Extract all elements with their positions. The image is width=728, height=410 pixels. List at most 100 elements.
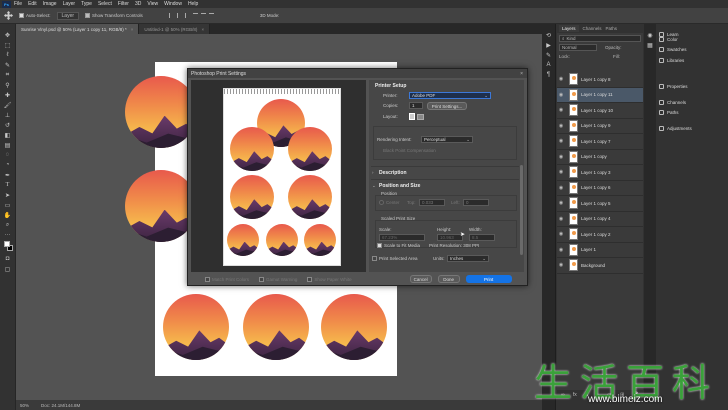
layer-filter[interactable]: ⌕ Kind [559,35,641,42]
print-button[interactable]: Print [465,275,512,283]
scale-input[interactable]: 67.23% [379,234,425,241]
show-transform-checkbox[interactable]: Show Transform Controls [85,13,143,18]
paper-white-checkbox[interactable] [307,276,313,282]
chevron-down-icon[interactable]: ⌄ [372,183,376,189]
eye-icon[interactable]: ◉ [557,138,565,144]
eye-icon[interactable]: ◉ [557,262,565,268]
gradient-tool-icon[interactable]: ▤ [4,141,12,149]
actions-icon[interactable]: ▶ [545,41,553,49]
swatches-icon[interactable]: ▦ [646,41,654,49]
tab-channels[interactable]: Channels [583,26,602,31]
menu-image[interactable]: Image [43,1,57,7]
tab-untitled-1[interactable]: Untitled-1 @ 50% (RGB/8) × [139,24,211,34]
move-icon[interactable] [4,11,13,20]
blur-tool-icon[interactable]: ◌ [4,151,12,159]
print-settings-button[interactable]: Print Settings... [427,102,467,110]
layer-row[interactable]: ◉ Layer 1 copy 5 [557,196,643,212]
type-tool-icon[interactable]: T [4,181,12,189]
panel-libraries[interactable]: Libraries [659,58,684,63]
landscape-layout-icon[interactable] [417,114,424,120]
width-input[interactable]: 8.5 [469,234,495,241]
layer-row[interactable]: ◉ Layer 1 copy 10 [557,103,643,119]
menu-filter[interactable]: Filter [118,1,129,7]
layer-row[interactable]: ◉ Layer 1 copy 2 [557,227,643,243]
printer-select[interactable]: Adobe PDF ⌄ [409,92,491,99]
show-paper-white[interactable]: Show Paper White [307,276,352,282]
paragraph-icon[interactable]: ¶ [545,71,553,79]
copies-input[interactable]: 1 [409,102,423,109]
cancel-button[interactable]: Cancel [409,275,432,283]
shape-tool-icon[interactable]: ▭ [4,201,12,209]
layer-row[interactable]: ◉ Layer 1 copy 9 [557,119,643,134]
units-select[interactable]: Inches ⌄ [447,255,489,262]
show-transform-check[interactable] [85,13,91,18]
close-icon[interactable]: × [520,71,523,77]
match-print-colors[interactable]: Match Print Colors [205,276,249,282]
chevron-right-icon[interactable]: › [372,170,374,175]
menu-edit[interactable]: Edit [28,1,37,7]
menu-layer[interactable]: Layer [63,1,76,7]
blend-mode-select[interactable]: Normal [559,44,597,51]
close-icon[interactable]: × [201,27,204,32]
color-icon[interactable]: ◉ [646,31,654,39]
zoom-level[interactable]: 50% [20,403,29,408]
brush-tool-icon[interactable]: 🖌 [4,101,12,109]
foreground-color[interactable] [3,241,10,247]
eye-icon[interactable]: ◉ [557,247,565,253]
layer-row[interactable]: ◉ Layer 1 copy 7 [557,134,643,150]
color-swatches-icon[interactable] [3,241,13,253]
eye-icon[interactable]: ◉ [557,107,565,113]
eye-icon[interactable]: ◉ [557,154,565,160]
menu-3d[interactable]: 3D [135,1,141,7]
gamut-warning[interactable]: Gamut Warning [259,276,297,282]
layer-row[interactable]: ◉ Layer 1 copy 11 [557,87,643,103]
center-checkbox[interactable] [379,200,384,205]
auto-select-dropdown[interactable]: Layer [56,11,80,20]
portrait-layout-icon[interactable] [409,113,415,120]
rendering-intent-select[interactable]: Perceptual ⌄ [421,136,473,143]
position-size-header[interactable]: Position and Size [379,183,420,189]
tab-layers[interactable]: Layers [559,25,579,32]
scale-to-fit-checkbox[interactable] [377,243,382,248]
menu-window[interactable]: Window [164,1,182,7]
auto-select-checkbox[interactable]: Auto-Select: [19,13,51,18]
marquee-tool-icon[interactable]: ⬚ [4,41,12,49]
quick-mask-icon[interactable]: ◘ [4,255,12,263]
hand-tool-icon[interactable]: ✋ [4,211,12,219]
crop-tool-icon[interactable]: ⌗ [4,71,12,79]
layer-row[interactable]: ◉ Layer 1 copy 8 [557,72,643,88]
left-input[interactable]: 0 [463,199,489,206]
eye-icon[interactable]: ◉ [557,185,565,191]
eye-icon[interactable]: ◉ [557,216,565,222]
menu-file[interactable]: File [14,1,22,7]
dialog-titlebar[interactable]: Photoshop Print Settings × [188,69,527,78]
zoom-tool-icon[interactable]: ⌕ [4,221,12,229]
tab-paths[interactable]: Paths [606,26,618,31]
auto-select-check[interactable] [19,13,24,18]
panel-properties[interactable]: Properties [659,84,688,89]
more-tools-icon[interactable]: ··· [4,231,12,239]
layer-row[interactable]: ◉ Layer 1 copy 3 [557,165,643,181]
panel-color[interactable]: Color [659,37,678,42]
layer-row[interactable]: ◉ Background [557,258,643,274]
history-brush-icon[interactable]: ↺ [4,121,12,129]
tab-sunrise-vinyl[interactable]: Sunrise Vinyl.psd @ 50% (Layer 1 copy 11… [16,24,140,34]
screen-mode-icon[interactable]: ▢ [4,265,12,273]
done-button[interactable]: Done [437,275,460,283]
gamut-checkbox[interactable] [259,276,265,282]
menu-help[interactable]: Help [188,1,198,7]
eye-icon[interactable]: ◉ [557,200,565,206]
menu-type[interactable]: Type [81,1,92,7]
top-input[interactable]: 0.033 [419,199,445,206]
character-icon[interactable]: A [545,61,553,69]
print-selected-area-checkbox[interactable] [372,256,377,261]
healing-tool-icon[interactable]: ✚ [4,91,12,99]
align-icons[interactable] [168,13,214,18]
eye-icon[interactable]: ◉ [557,231,565,237]
menu-view[interactable]: View [147,1,158,7]
panel-channels[interactable]: Channels [659,100,686,105]
panel-scrollbar[interactable] [520,165,523,255]
layer-row[interactable]: ◉ Layer 1 copy 6 [557,181,643,196]
dodge-tool-icon[interactable]: ◔ [4,161,12,169]
stamp-tool-icon[interactable]: ⊥ [4,111,12,119]
